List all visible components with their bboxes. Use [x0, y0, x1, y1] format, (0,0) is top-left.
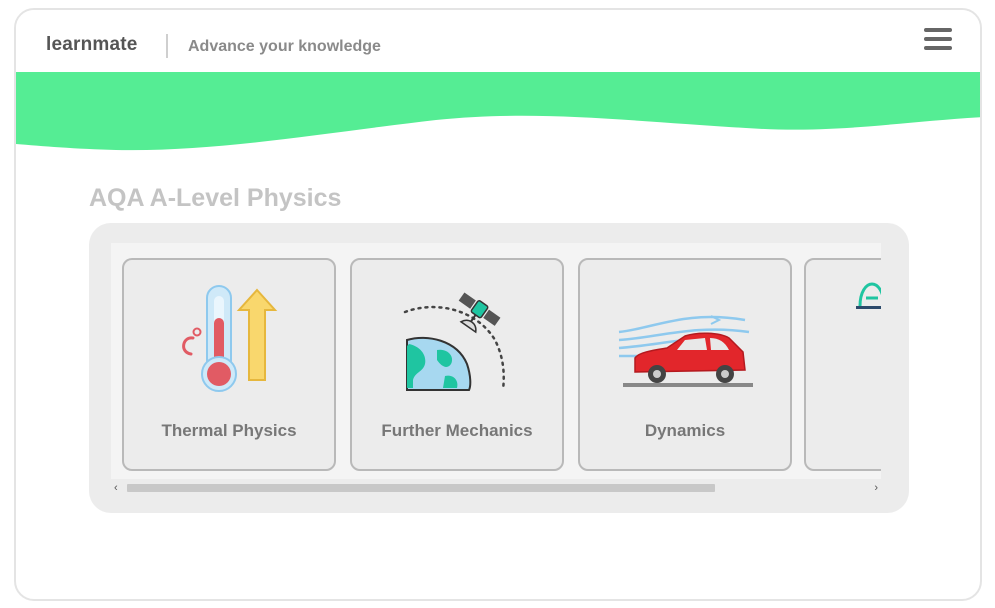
car-airflow-icon: [618, 315, 753, 387]
hamburger-menu-icon[interactable]: [924, 28, 952, 56]
brand-logo[interactable]: learnmate: [46, 34, 138, 56]
topics-panel: Thermal Physics Further Mechanics Dynami…: [89, 223, 909, 513]
scroll-left-arrow-icon[interactable]: ‹: [114, 481, 118, 495]
topic-card-dynamics[interactable]: Dynamics: [578, 258, 792, 471]
app-frame: learnmate Advance your knowledge AQA A-L…: [14, 8, 982, 601]
course-title: AQA A-Level Physics: [89, 184, 342, 212]
topic-card-further-mechanics[interactable]: Further Mechanics: [350, 258, 564, 471]
topics-carousel[interactable]: Thermal Physics Further Mechanics Dynami…: [111, 243, 881, 479]
tagline: Advance your knowledge: [188, 38, 381, 55]
topic-card-label: Further Mechanics: [381, 421, 533, 440]
thermometer-icon: [182, 285, 278, 392]
topic-card-label: Dynamics: [644, 421, 726, 440]
partial-topic-icon: [856, 282, 881, 309]
satellite-orbit-icon: [403, 292, 505, 392]
header: learnmate Advance your knowledge: [16, 10, 980, 72]
header-divider: [166, 34, 168, 58]
scroll-right-arrow-icon[interactable]: ›: [874, 481, 878, 495]
scrollbar-thumb[interactable]: [127, 484, 715, 492]
horizontal-scrollbar[interactable]: ‹ ›: [111, 481, 881, 495]
topic-card-partial[interactable]: [804, 258, 881, 471]
topic-card-thermal-physics[interactable]: Thermal Physics: [122, 258, 336, 471]
header-wave: [16, 72, 980, 151]
topic-card-label: Thermal Physics: [161, 421, 297, 440]
